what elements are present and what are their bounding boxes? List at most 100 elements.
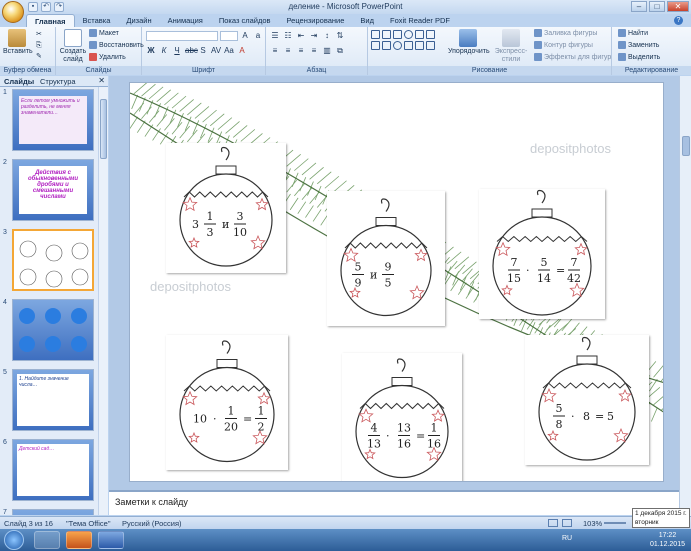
zoom-slider[interactable] [604,522,626,524]
scroll-thumb[interactable] [682,136,690,156]
office-button[interactable] [2,1,24,23]
shape-icon[interactable] [415,41,424,50]
ornament-card[interactable]: 3 1/3 и 3/10313и310 [166,143,286,273]
shape-icon[interactable] [404,41,413,50]
thumbnail-4[interactable]: 4 [0,297,98,363]
thumbnail-scrollbar[interactable] [98,87,108,515]
slide-scrollbar[interactable] [679,76,691,516]
text-direction-icon[interactable]: ⇅ [335,31,345,41]
tab-insert[interactable]: Вставка [75,14,119,27]
taskbar-powerpoint-icon[interactable] [66,531,92,549]
tab-slides[interactable]: Слайды [4,77,34,86]
cut-icon[interactable]: ✂ [36,30,42,40]
find-button[interactable]: Найти [618,29,648,39]
delete-button[interactable]: Удалить [89,53,126,63]
notes-pane[interactable]: Заметки к слайду [109,490,679,515]
shape-icon[interactable] [371,30,380,39]
increase-indent-icon[interactable]: ⇥ [309,31,319,41]
ornament-card[interactable]: 7/15 · 5/14 = 7/42715·514=742 [479,189,605,319]
help-icon[interactable]: ? [674,16,683,25]
language-indicator[interactable]: RU [562,535,572,542]
replace-button[interactable]: Заменить [618,41,659,51]
shape-icon[interactable] [393,30,402,39]
shape-fill-button[interactable]: Заливка фигуры [534,29,597,39]
justify-icon[interactable]: ≡ [309,46,319,56]
ornament-card[interactable]: 10 · 1/20 = 1/2 10 · 1 20 = 1 2 [166,335,288,470]
shape-icon[interactable] [371,41,380,50]
shape-icon[interactable] [426,41,435,50]
undo-icon[interactable]: ↶ [41,2,51,12]
thumbnail-2[interactable]: 2 Действия с обыкновенными дробями и сме… [0,157,98,223]
thumbnail-5[interactable]: 5 1. Найдите значение числа… [0,367,98,433]
decrease-indent-icon[interactable]: ⇤ [296,31,306,41]
tab-view[interactable]: Вид [352,14,382,27]
case-icon[interactable]: Aa [224,46,234,56]
thumbnail-6[interactable]: 6 Детский сад… [0,437,98,503]
shape-icon[interactable] [426,30,435,39]
align-right-icon[interactable]: ≡ [296,46,306,56]
shape-icon[interactable] [393,41,402,50]
shape-icon[interactable] [382,41,391,50]
bullets-icon[interactable]: ☰ [270,31,280,41]
thumbnail-7[interactable]: 7 [0,507,98,515]
line-spacing-icon[interactable]: ↕ [322,31,332,41]
tab-design[interactable]: Дизайн [118,14,159,27]
italic-icon[interactable]: К [159,46,169,56]
spacing-icon[interactable]: AV [211,46,221,56]
underline-icon[interactable]: Ч [172,46,182,56]
tab-animation[interactable]: Анимация [160,14,211,27]
maximize-button[interactable]: □ [649,1,665,12]
reset-button[interactable]: Восстановить [89,41,144,51]
tab-outline[interactable]: Структура [40,77,76,86]
close-panel-icon[interactable]: ✕ [98,76,105,85]
taskbar-word-icon[interactable] [98,531,124,549]
new-slide-button[interactable]: Создать слайд [59,29,87,64]
font-family-select[interactable] [146,31,218,41]
shape-icon[interactable] [415,30,424,39]
minimize-button[interactable]: – [631,1,647,12]
numbering-icon[interactable]: ☷ [283,31,293,41]
tab-review[interactable]: Рецензирование [278,14,352,27]
ornament-card[interactable]: 5/9 и 9/5 5 9 и 9 5 [327,191,445,326]
start-button[interactable] [4,530,24,550]
select-button[interactable]: Выделить [618,53,660,63]
shapes-gallery[interactable] [371,30,437,50]
ornament-card[interactable]: 4/13 · 13/16 = 1/16413·1316=116 [342,353,462,481]
align-center-icon[interactable]: ≡ [283,46,293,56]
thumbnail-3[interactable]: 3 [0,227,98,293]
ornament-card[interactable]: 5/8 · 8 = 558·8=5 [525,335,649,465]
sorter-view-icon[interactable] [562,519,572,527]
redo-icon[interactable]: ↷ [54,2,64,12]
font-size-select[interactable] [220,31,238,41]
copy-icon[interactable]: ⎘ [36,41,42,51]
shape-outline-button[interactable]: Контур фигуры [534,41,593,51]
grow-font-icon[interactable]: A [240,31,250,41]
tab-home[interactable]: Главная [26,14,75,27]
tab-slideshow[interactable]: Показ слайдов [211,14,279,27]
layout-button[interactable]: Макет [89,29,119,39]
zoom-level[interactable]: 103% [583,519,602,528]
smartart-icon[interactable]: ⧉ [335,46,345,56]
quickstyles-button[interactable]: Экспресс-стили [490,29,532,64]
shadow-icon[interactable]: S [198,46,208,56]
close-button[interactable]: ✕ [667,1,689,12]
columns-icon[interactable]: ▥ [322,46,332,56]
clock[interactable]: 17:22 01.12.2015 [650,531,685,549]
arrange-button[interactable]: Упорядочить [448,29,490,56]
shape-icon[interactable] [404,30,413,39]
save-icon[interactable]: ▪ [28,2,38,12]
slide-canvas[interactable]: depositphotos depositphotos 3 1/3 и 3/10… [129,82,664,482]
shape-icon[interactable] [382,30,391,39]
shrink-font-icon[interactable]: a [253,31,263,41]
strike-icon[interactable]: abc [185,46,198,56]
format-painter-icon[interactable]: ✎ [36,52,42,62]
thumbnail-1[interactable]: 1 Если летом умножить и разделить, не ме… [0,87,98,153]
bold-icon[interactable]: Ж [146,46,156,56]
normal-view-icon[interactable] [548,519,558,527]
shape-effects-button[interactable]: Эффекты для фигур [534,53,611,63]
align-left-icon[interactable]: ≡ [270,46,280,56]
tab-foxit[interactable]: Foxit Reader PDF [382,14,458,27]
font-color-icon[interactable]: A [237,46,247,56]
scroll-thumb[interactable] [100,99,107,159]
paste-button[interactable]: Вставить [3,29,33,56]
